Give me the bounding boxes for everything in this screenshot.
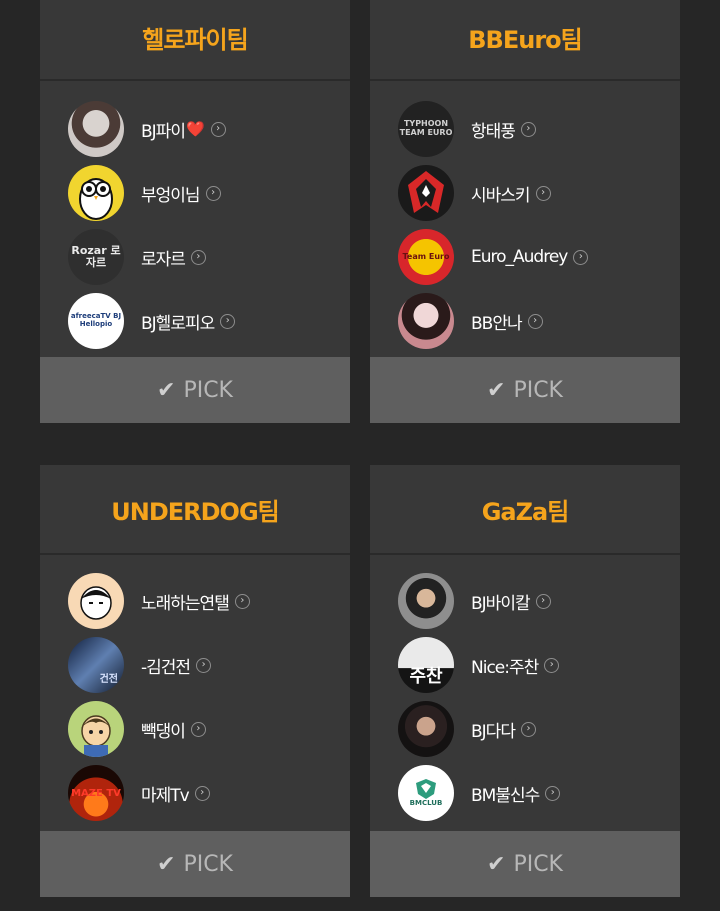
member-list: BJ파이 ❤️ › 부엉이님 › Rozar 로자르 로자르 › afreeca… bbox=[40, 81, 350, 357]
pick-button[interactable]: ✔ PICK bbox=[40, 357, 350, 423]
member-item[interactable]: 부엉이님 › bbox=[68, 161, 350, 225]
chevron-right-icon[interactable]: › bbox=[210, 121, 226, 137]
member-name: 로자르 bbox=[141, 249, 186, 270]
check-icon: ✔ bbox=[487, 377, 506, 403]
avatar: 건전 bbox=[68, 637, 124, 693]
cartoon-face-icon bbox=[80, 586, 112, 620]
member-item[interactable]: Rozar 로자르 로자르 › bbox=[68, 225, 350, 289]
team-header: 헬로파이팀 bbox=[40, 0, 350, 81]
chevron-right-icon[interactable]: › bbox=[535, 593, 551, 609]
chevron-right-icon[interactable]: › bbox=[194, 785, 210, 801]
avatar bbox=[68, 573, 124, 629]
pick-button[interactable]: ✔ PICK bbox=[370, 831, 680, 897]
cartoon-boy-icon bbox=[81, 715, 111, 757]
member-name: Euro_Audrey bbox=[471, 247, 568, 267]
team-header: GaZa팀 bbox=[370, 465, 680, 555]
member-item[interactable]: BJ파이 ❤️ › bbox=[68, 97, 350, 161]
chevron-right-icon[interactable]: › bbox=[545, 785, 561, 801]
check-icon: ✔ bbox=[157, 377, 176, 403]
chevron-right-icon[interactable]: › bbox=[520, 121, 536, 137]
chevron-right-icon[interactable]: › bbox=[535, 185, 551, 201]
member-list: TYPHOON TEAM EURO 항태풍 › 시바스키 › Team Euro… bbox=[370, 81, 680, 357]
member-name: BJ다다 bbox=[471, 721, 516, 742]
owl-icon bbox=[79, 178, 113, 220]
member-name: BB안나 bbox=[471, 313, 523, 334]
member-name: BJ파이 bbox=[141, 121, 186, 142]
team-header: UNDERDOG팀 bbox=[40, 465, 350, 555]
avatar bbox=[68, 701, 124, 757]
pick-label: PICK bbox=[183, 851, 233, 877]
member-name: Nice:주찬 bbox=[471, 657, 539, 678]
avatar bbox=[68, 165, 124, 221]
chevron-right-icon[interactable]: › bbox=[220, 313, 236, 329]
member-name: 시바스키 bbox=[471, 185, 531, 206]
avatar: 주찬 bbox=[398, 637, 454, 693]
member-item[interactable]: 시바스키 › bbox=[398, 161, 680, 225]
member-item[interactable]: 주찬 Nice:주찬 › bbox=[398, 633, 680, 697]
member-name: 노래하는연탤 bbox=[141, 593, 230, 614]
team-header: BBEuro팀 bbox=[370, 0, 680, 81]
avatar bbox=[398, 165, 454, 221]
check-icon: ✔ bbox=[487, 851, 506, 877]
avatar: MAZE TV bbox=[68, 765, 124, 821]
chevron-right-icon[interactable]: › bbox=[520, 721, 536, 737]
pick-label: PICK bbox=[513, 851, 563, 877]
team-title: UNDERDOG팀 bbox=[111, 497, 279, 526]
chevron-right-icon[interactable]: › bbox=[234, 593, 250, 609]
member-item[interactable]: afreecaTV BJ Hellopio BJ헬로피오 › bbox=[68, 289, 350, 353]
member-item[interactable]: TYPHOON TEAM EURO 항태풍 › bbox=[398, 97, 680, 161]
pick-button[interactable]: ✔ PICK bbox=[370, 357, 680, 423]
member-item[interactable]: BMCLUB BM불신수 › bbox=[398, 761, 680, 825]
team-title: BBEuro팀 bbox=[468, 25, 582, 54]
avatar: Rozar 로자르 bbox=[68, 229, 124, 285]
chevron-right-icon[interactable]: › bbox=[527, 313, 543, 329]
avatar: Team Euro bbox=[398, 229, 454, 285]
pick-button[interactable]: ✔ PICK bbox=[40, 831, 350, 897]
shibasky-logo-icon bbox=[408, 171, 444, 213]
member-name: -김건전 bbox=[141, 657, 191, 678]
avatar bbox=[68, 101, 124, 157]
avatar: TYPHOON TEAM EURO bbox=[398, 101, 454, 157]
chevron-right-icon[interactable]: › bbox=[205, 185, 221, 201]
member-list: 노래하는연탤 › 건전 -김건전 › 빽댕이 › MAZE TV 마제Tv › bbox=[40, 555, 350, 831]
member-name: BM불신수 bbox=[471, 785, 540, 806]
chevron-right-icon[interactable]: › bbox=[573, 249, 589, 265]
member-item[interactable]: BB안나 › bbox=[398, 289, 680, 353]
check-icon: ✔ bbox=[157, 851, 176, 877]
member-name: 부엉이님 bbox=[141, 185, 201, 206]
team-card-underdog: UNDERDOG팀 노래하는연탤 › 건전 -김건전 › 빽댕이 › MAZE … bbox=[40, 465, 350, 897]
member-name: 마제Tv bbox=[141, 785, 190, 806]
member-item[interactable]: BJ바이칼 › bbox=[398, 569, 680, 633]
member-name: 빽댕이 bbox=[141, 721, 186, 742]
pick-label: PICK bbox=[513, 377, 563, 403]
avatar bbox=[398, 293, 454, 349]
avatar: BMCLUB bbox=[398, 765, 454, 821]
heart-icon: ❤️ bbox=[185, 120, 205, 138]
member-list: BJ바이칼 › 주찬 Nice:주찬 › BJ다다 › BMCLUB BM불신수 bbox=[370, 555, 680, 831]
member-item[interactable]: 건전 -김건전 › bbox=[68, 633, 350, 697]
member-item[interactable]: 노래하는연탤 › bbox=[68, 569, 350, 633]
avatar: afreecaTV BJ Hellopio bbox=[68, 293, 124, 349]
team-card-hellopi: 헬로파이팀 BJ파이 ❤️ › 부엉이님 › Rozar 로자르 로자르 › a… bbox=[40, 0, 350, 423]
team-card-bbeuro: BBEuro팀 TYPHOON TEAM EURO 항태풍 › 시바스키 › T… bbox=[370, 0, 680, 423]
chevron-right-icon[interactable]: › bbox=[544, 657, 560, 673]
member-item[interactable]: 빽댕이 › bbox=[68, 697, 350, 761]
team-card-gaza: GaZa팀 BJ바이칼 › 주찬 Nice:주찬 › BJ다다 › BMCLUB… bbox=[370, 465, 680, 897]
member-name: 항태풍 bbox=[471, 121, 516, 142]
chevron-right-icon[interactable]: › bbox=[190, 249, 206, 265]
team-title: 헬로파이팀 bbox=[142, 25, 248, 54]
chevron-right-icon[interactable]: › bbox=[196, 657, 212, 673]
member-item[interactable]: MAZE TV 마제Tv › bbox=[68, 761, 350, 825]
shield-icon bbox=[416, 779, 436, 800]
team-title: GaZa팀 bbox=[481, 497, 570, 526]
avatar bbox=[398, 573, 454, 629]
chevron-right-icon[interactable]: › bbox=[190, 721, 206, 737]
avatar bbox=[398, 701, 454, 757]
member-name: BJ바이칼 bbox=[471, 593, 531, 614]
pick-label: PICK bbox=[183, 377, 233, 403]
member-name: BJ헬로피오 bbox=[141, 313, 215, 334]
member-item[interactable]: Team Euro Euro_Audrey › bbox=[398, 225, 680, 289]
member-item[interactable]: BJ다다 › bbox=[398, 697, 680, 761]
